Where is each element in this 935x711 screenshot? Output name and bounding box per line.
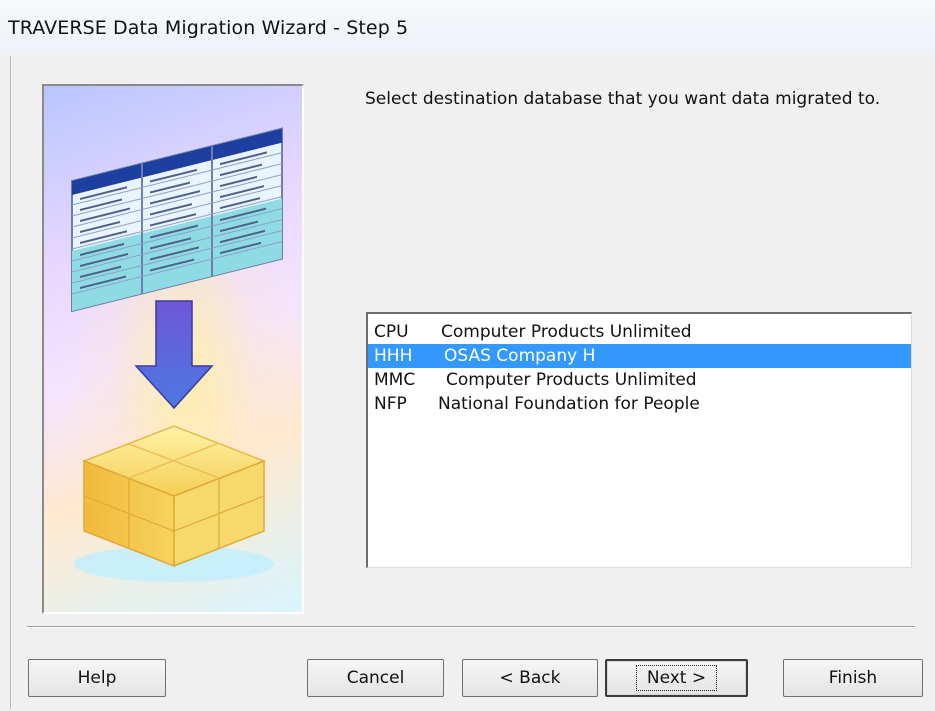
divider bbox=[27, 626, 915, 628]
database-name: Computer Products Unlimited bbox=[446, 370, 697, 390]
destination-database-list[interactable]: CPU Computer Products Unlimited HHH OSAS… bbox=[366, 312, 912, 568]
database-name: National Foundation for People bbox=[438, 394, 700, 414]
instruction-text: Select destination database that you wan… bbox=[365, 89, 881, 109]
back-button[interactable]: < Back bbox=[462, 659, 598, 697]
database-name: OSAS Company H bbox=[444, 346, 596, 366]
database-name: Computer Products Unlimited bbox=[441, 322, 692, 342]
title-bar[interactable]: TRAVERSE Data Migration Wizard - Step 5 bbox=[0, 0, 935, 54]
window-title: TRAVERSE Data Migration Wizard - Step 5 bbox=[8, 17, 409, 39]
database-code: MMC bbox=[374, 370, 416, 390]
next-button[interactable]: Next > bbox=[605, 659, 748, 697]
wizard-dialog: Select destination database that you wan… bbox=[10, 56, 932, 709]
database-migration-illustration-icon bbox=[42, 84, 304, 614]
list-item[interactable]: CPU Computer Products Unlimited bbox=[368, 320, 911, 344]
next-button-label: Next > bbox=[635, 665, 718, 691]
list-item[interactable]: NFP National Foundation for People bbox=[368, 392, 911, 416]
cancel-button[interactable]: Cancel bbox=[307, 659, 444, 697]
database-code: HHH bbox=[374, 346, 413, 366]
finish-button[interactable]: Finish bbox=[783, 659, 923, 697]
list-item-selected[interactable]: HHH OSAS Company H bbox=[368, 344, 911, 368]
list-item[interactable]: MMC Computer Products Unlimited bbox=[368, 368, 911, 392]
database-code: NFP bbox=[374, 394, 407, 414]
database-code: CPU bbox=[374, 322, 409, 342]
help-button[interactable]: Help bbox=[28, 659, 166, 697]
